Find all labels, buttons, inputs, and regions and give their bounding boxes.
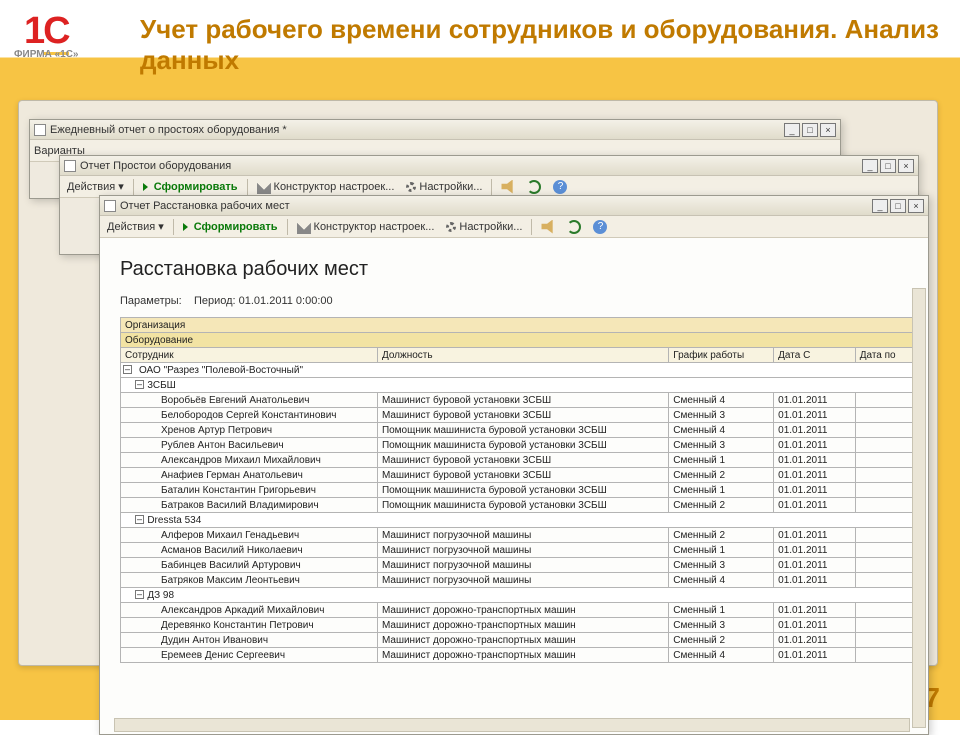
slide-title: Учет рабочего времени сотрудников и обор… bbox=[140, 14, 960, 76]
maximize-button[interactable]: □ bbox=[890, 199, 906, 213]
help-button[interactable]: ? bbox=[550, 179, 570, 195]
maximize-button[interactable]: □ bbox=[802, 123, 818, 137]
close-button[interactable]: × bbox=[820, 123, 836, 137]
data-row[interactable]: Бабинцев Василий АртуровичМашинист погру… bbox=[121, 558, 914, 573]
window-title: Отчет Расстановка рабочих мест bbox=[120, 200, 872, 212]
equip-group-row: –1 3СБШ bbox=[121, 378, 914, 393]
minimize-button[interactable]: _ bbox=[784, 123, 800, 137]
window-workplace-arrangement[interactable]: Отчет Расстановка рабочих мест _ □ × Дей… bbox=[99, 195, 929, 735]
equip-group-row: –1 ДЗ 98 bbox=[121, 588, 914, 603]
play-icon bbox=[183, 223, 188, 231]
constructor-button[interactable]: Конструктор настроек... bbox=[254, 179, 398, 195]
period-value: Период: 01.01.2011 0:00:00 bbox=[194, 295, 333, 307]
document-icon bbox=[104, 200, 116, 212]
wrench-icon bbox=[297, 220, 311, 234]
window-title: Отчет Простои оборудования bbox=[80, 160, 862, 172]
data-row[interactable]: Анафиев Герман АнатольевичМашинист буров… bbox=[121, 468, 914, 483]
col-employee: Сотрудник bbox=[121, 348, 378, 363]
data-row[interactable]: Алферов Михаил ГенадьевичМашинист погруз… bbox=[121, 528, 914, 543]
wrench-icon bbox=[257, 180, 271, 194]
data-row[interactable]: Еремеев Денис СергеевичМашинист дорожно-… bbox=[121, 648, 914, 663]
col-schedule: График работы bbox=[669, 348, 774, 363]
minimize-button[interactable]: _ bbox=[862, 159, 878, 173]
constructor-button[interactable]: Конструктор настроек... bbox=[294, 219, 438, 235]
close-button[interactable]: × bbox=[908, 199, 924, 213]
data-row[interactable]: Воробьёв Евгений АнатольевичМашинист бур… bbox=[121, 393, 914, 408]
report-body: Расстановка рабочих мест Параметры: Пери… bbox=[100, 238, 928, 734]
titlebar[interactable]: Ежедневный отчет о простоях оборудования… bbox=[30, 120, 840, 140]
actions-menu[interactable]: Действия ▾ bbox=[64, 179, 127, 194]
report-params: Параметры: Период: 01.01.2011 0:00:00 bbox=[120, 295, 914, 307]
speaker-button[interactable] bbox=[538, 219, 558, 235]
data-row[interactable]: Асманов Василий НиколаевичМашинист погру… bbox=[121, 543, 914, 558]
settings-button[interactable]: Настройки... bbox=[443, 220, 525, 234]
col-date-to: Дата по bbox=[855, 348, 913, 363]
logo-1c: 1C ФИРМА «1С» bbox=[14, 10, 79, 60]
equip-group-row: –1 Dressta 534 bbox=[121, 513, 914, 528]
titlebar[interactable]: Отчет Расстановка рабочих мест _ □ × bbox=[100, 196, 928, 216]
document-icon bbox=[34, 124, 46, 136]
header-organization: Организация bbox=[121, 318, 914, 333]
collapse-icon[interactable]: – bbox=[135, 380, 144, 389]
actions-menu[interactable]: Действия ▾ bbox=[104, 219, 167, 234]
slide-content-panel: Ежедневный отчет о простоях оборудования… bbox=[18, 100, 938, 666]
collapse-icon[interactable]: – bbox=[135, 590, 144, 599]
speaker-icon bbox=[541, 220, 555, 234]
close-button[interactable]: × bbox=[898, 159, 914, 173]
data-row[interactable]: Рублев Антон ВасильевичПомощник машинист… bbox=[121, 438, 914, 453]
collapse-icon[interactable]: – bbox=[135, 515, 144, 524]
minimize-button[interactable]: _ bbox=[872, 199, 888, 213]
document-icon bbox=[64, 160, 76, 172]
data-row[interactable]: Александров Михаил МихайловичМашинист бу… bbox=[121, 453, 914, 468]
form-button[interactable]: Сформировать bbox=[180, 220, 281, 234]
data-row[interactable]: Батраков Василий ВладимировичПомощник ма… bbox=[121, 498, 914, 513]
collapse-icon[interactable]: – bbox=[123, 365, 132, 374]
data-row[interactable]: Деревянко Константин ПетровичМашинист до… bbox=[121, 618, 914, 633]
data-row[interactable]: Дудин Антон ИвановичМашинист дорожно-тра… bbox=[121, 633, 914, 648]
speaker-button[interactable] bbox=[498, 179, 518, 195]
titlebar[interactable]: Отчет Простои оборудования _ □ × bbox=[60, 156, 918, 176]
data-row[interactable]: Хренов Артур ПетровичПомощник машиниста … bbox=[121, 423, 914, 438]
report-title: Расстановка рабочих мест bbox=[120, 258, 914, 281]
help-button[interactable]: ? bbox=[590, 219, 610, 235]
data-row[interactable]: Баталин Константин ГригорьевичПомощник м… bbox=[121, 483, 914, 498]
gear-icon bbox=[446, 222, 456, 232]
speaker-icon bbox=[501, 180, 515, 194]
refresh-button[interactable] bbox=[564, 219, 584, 235]
org-row: –ОАО "Разрез "Полевой-Восточный" bbox=[121, 363, 914, 378]
play-icon bbox=[143, 183, 148, 191]
params-label: Параметры: bbox=[120, 295, 182, 307]
settings-button[interactable]: Настройки... bbox=[403, 180, 485, 194]
window-title: Ежедневный отчет о простоях оборудования… bbox=[50, 124, 784, 136]
refresh-button[interactable] bbox=[524, 179, 544, 195]
maximize-button[interactable]: □ bbox=[880, 159, 896, 173]
col-position: Должность bbox=[377, 348, 668, 363]
horizontal-scrollbar[interactable] bbox=[114, 718, 910, 732]
toolbar: Действия ▾ Сформировать Конструктор наст… bbox=[100, 216, 928, 238]
report-table: Организация Оборудование Сотрудник Должн… bbox=[120, 317, 914, 663]
logo-subtext: ФИРМА «1С» bbox=[14, 49, 79, 60]
header-equipment: Оборудование bbox=[121, 333, 914, 348]
col-date-from: Дата С bbox=[774, 348, 856, 363]
data-row[interactable]: Батряков Максим ЛеонтьевичМашинист погру… bbox=[121, 573, 914, 588]
data-row[interactable]: Белобородов Сергей КонстантиновичМашинис… bbox=[121, 408, 914, 423]
data-row[interactable]: Александров Аркадий МихайловичМашинист д… bbox=[121, 603, 914, 618]
help-icon: ? bbox=[553, 180, 567, 194]
help-icon: ? bbox=[593, 220, 607, 234]
form-button[interactable]: Сформировать bbox=[140, 180, 241, 194]
refresh-icon bbox=[567, 220, 581, 234]
vertical-scrollbar[interactable] bbox=[912, 288, 926, 728]
gear-icon bbox=[406, 182, 416, 192]
refresh-icon bbox=[527, 180, 541, 194]
